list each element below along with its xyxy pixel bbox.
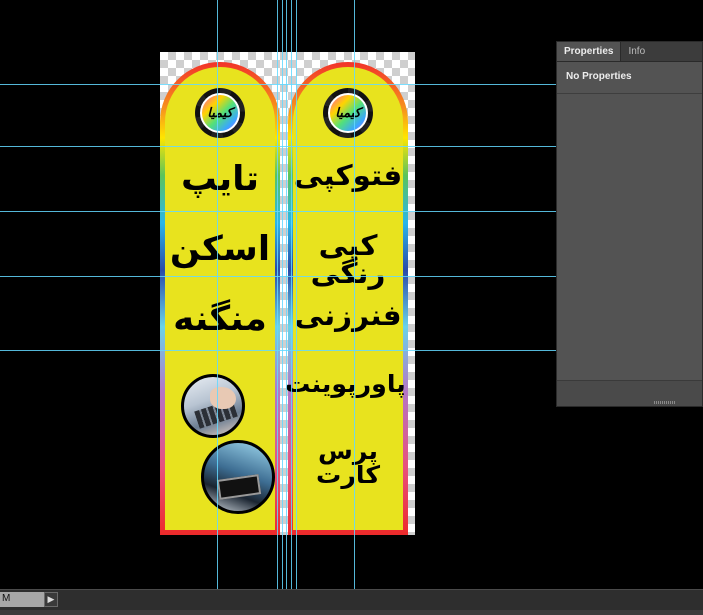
laptop-graphic (216, 474, 262, 500)
right-word-powerpoint: پاورپوینت (284, 370, 406, 398)
left-word-scan: اسکن (169, 229, 271, 269)
zoom-level-field[interactable]: M (0, 592, 44, 607)
vertical-guide[interactable] (291, 0, 292, 590)
horizontal-guide[interactable] (0, 84, 556, 85)
right-word-color-copy: کپی رنگی (310, 229, 386, 290)
left-seal-text: کیمیا (200, 93, 240, 133)
vertical-guide[interactable] (282, 0, 283, 590)
vertical-guide[interactable] (277, 0, 278, 590)
tab-properties[interactable]: Properties (557, 42, 622, 61)
right-seal-logo: کیمیا (323, 88, 373, 138)
typing-photo (181, 374, 245, 438)
right-word-card-press: پرس کارت (316, 437, 380, 489)
vertical-guide[interactable] (286, 0, 287, 590)
vertical-guide[interactable] (296, 0, 297, 590)
right-banner-fill: کیمیا فتوکپی کپی رنگی فنرزنی پاورپوینت پ… (284, 67, 406, 530)
hand-graphic (210, 387, 236, 409)
status-menu-arrow-icon[interactable]: ▶ (44, 592, 58, 607)
panel-body: No Properties (557, 62, 702, 94)
right-banner: کیمیا فتوکپی کپی رنگی فنرزنی پاورپوینت پ… (284, 62, 408, 535)
panel-footer (557, 380, 702, 406)
right-seal-text: کیمیا (328, 93, 368, 133)
left-banner: کیمیا تایپ اسکن منگنه (160, 62, 280, 535)
right-word-photocopy: فتوکپی (293, 159, 403, 192)
resize-grip-icon[interactable] (654, 401, 676, 404)
horizontal-guide[interactable] (0, 211, 556, 212)
status-bar: M ▶ (0, 589, 703, 615)
vertical-guide[interactable] (217, 0, 218, 590)
left-seal-logo: کیمیا (195, 88, 245, 138)
horizontal-guide[interactable] (0, 276, 556, 277)
laptop-photo (201, 440, 275, 514)
panel-tab-bar: Properties Info (557, 42, 702, 62)
document-canvas[interactable]: کیمیا تایپ اسکن منگنه کیمیا فتوکپی کپی ر… (160, 52, 415, 535)
right-word-binding: فنرزنی (294, 299, 402, 332)
tab-info[interactable]: Info (621, 42, 652, 61)
no-properties-message: No Properties (566, 71, 632, 82)
left-word-type: تایپ (180, 159, 259, 199)
horizontal-guide[interactable] (0, 146, 556, 147)
left-banner-fill: کیمیا تایپ اسکن منگنه (165, 67, 275, 530)
left-word-staple: منگنه (173, 299, 267, 339)
vertical-guide[interactable] (354, 0, 355, 590)
horizontal-guide[interactable] (0, 350, 556, 351)
properties-panel: Properties Info No Properties (556, 41, 703, 407)
status-bar-strip (0, 610, 703, 615)
